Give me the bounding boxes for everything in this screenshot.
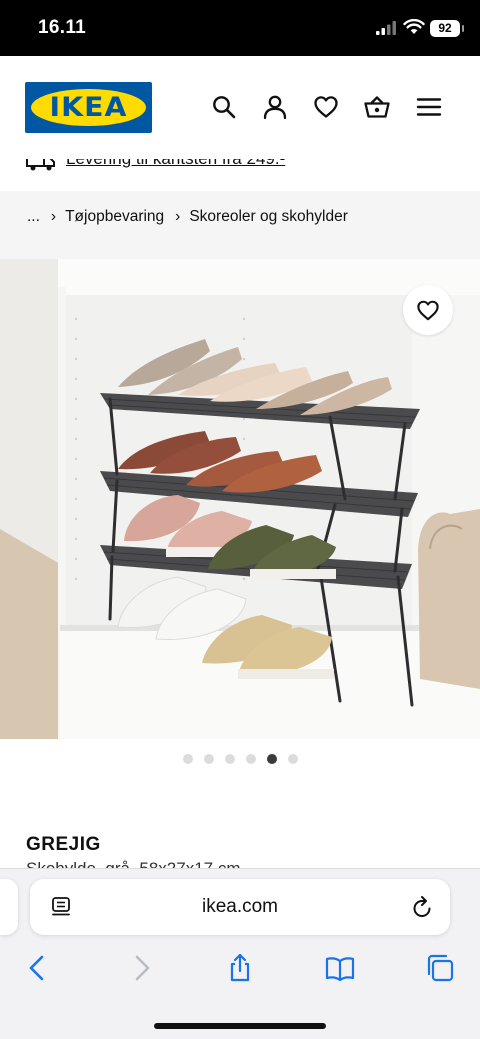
cellular-signal-icon <box>376 21 396 35</box>
gallery-dot[interactable] <box>204 754 214 764</box>
breadcrumb-item-shoe-racks[interactable]: Skoreoler og skohylder <box>189 208 348 226</box>
gallery-dot[interactable] <box>183 754 193 764</box>
product-photo-illustration <box>0 259 480 739</box>
address-bar[interactable]: ikea.com <box>30 879 450 935</box>
breadcrumb-ellipsis[interactable]: ... <box>27 208 40 226</box>
logo-text: IKEA <box>49 92 128 123</box>
product-name: GREJIG <box>26 834 101 855</box>
reload-icon[interactable] <box>411 895 433 919</box>
forward-icon[interactable] <box>126 953 156 983</box>
basket-icon[interactable] <box>364 94 390 120</box>
back-icon[interactable] <box>23 953 53 983</box>
chevron-right-icon: › <box>50 208 57 225</box>
bookmarks-icon[interactable] <box>325 953 355 983</box>
heart-icon <box>417 300 439 321</box>
truck-icon <box>26 159 55 171</box>
gallery-dot[interactable] <box>225 754 235 764</box>
add-to-favourites-button[interactable] <box>403 285 453 335</box>
site-header: IKEA <box>0 56 480 159</box>
gallery-dot[interactable] <box>246 754 256 764</box>
user-icon[interactable] <box>262 94 288 120</box>
url-text: ikea.com <box>201 896 279 917</box>
breadcrumb-item-storage[interactable]: Tøjopbevaring <box>65 208 164 226</box>
delivery-link[interactable]: Levering til kantsten fra 249.- <box>66 159 285 169</box>
menu-icon[interactable] <box>416 94 442 120</box>
status-time: 16.11 <box>38 17 86 38</box>
previous-tab-preview[interactable] <box>0 879 18 935</box>
ikea-logo[interactable]: IKEA <box>25 82 152 133</box>
breadcrumb: ... › Tøjopbevaring › Skoreoler og skohy… <box>27 208 348 226</box>
tabs-icon[interactable] <box>425 953 455 983</box>
delivery-banner: Levering til kantsten fra 249.- <box>0 159 480 191</box>
share-icon[interactable] <box>225 953 255 983</box>
search-icon[interactable] <box>211 94 237 120</box>
battery-indicator: 92 <box>430 20 464 37</box>
browser-toolbar: ikea.com <box>0 868 480 1039</box>
gallery-pagination <box>183 754 298 764</box>
chevron-right-icon: › <box>175 208 181 225</box>
status-bar: 16.11 92 <box>0 0 480 56</box>
heart-icon[interactable] <box>313 94 339 120</box>
home-indicator <box>154 1023 326 1029</box>
product-image[interactable] <box>0 259 480 739</box>
gallery-dot[interactable] <box>267 754 277 764</box>
gallery-dot[interactable] <box>288 754 298 764</box>
wifi-icon <box>403 19 425 34</box>
